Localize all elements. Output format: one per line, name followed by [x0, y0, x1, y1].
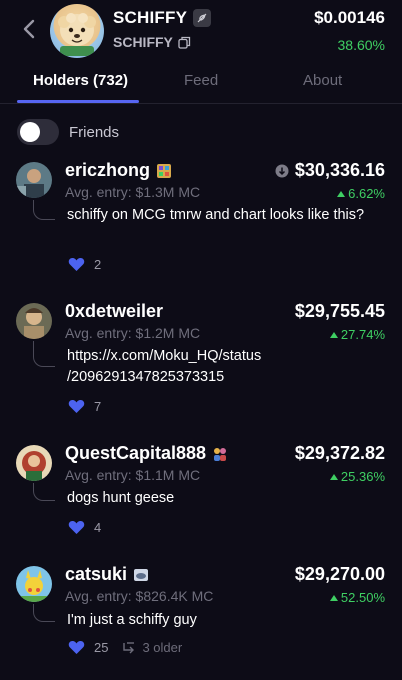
up-triangle-icon — [329, 331, 338, 338]
like-count: 7 — [94, 399, 102, 414]
reply-thread-icon — [123, 641, 135, 653]
holder-message: schiffy on MCG tmrw and chart looks like… — [67, 207, 365, 223]
like-button[interactable]: 25 3 older — [68, 640, 182, 655]
heart-icon — [68, 521, 85, 534]
token-name-text: SCHIFFY — [113, 8, 188, 27]
avatar[interactable] — [16, 566, 52, 602]
token-ticker-text: SCHIFFY — [113, 34, 173, 50]
avatar[interactable] — [16, 162, 52, 198]
tab-feed[interactable]: Feed — [184, 72, 218, 89]
toggle-knob — [20, 122, 40, 142]
holding-value-text: $29,755.45 — [294, 301, 385, 321]
holding-change: 25.36% — [329, 469, 385, 484]
holding-value: $30,336.16 — [275, 160, 385, 181]
avg-entry: Avg. entry: $1.3M MC — [65, 184, 201, 200]
like-count: 2 — [94, 257, 102, 272]
like-button[interactable]: 4 — [68, 520, 101, 535]
holding-change-text: 6.62% — [348, 186, 385, 201]
holding-value: $29,372.82 — [295, 443, 385, 464]
heart-icon — [68, 641, 85, 654]
holding-change: 27.74% — [329, 327, 385, 342]
up-triangle-icon — [337, 190, 346, 197]
holder-name-text: 0xdetweiler — [65, 301, 164, 321]
heart-icon — [68, 400, 85, 413]
back-button[interactable] — [18, 16, 40, 42]
holding-change-text: 27.74% — [340, 327, 385, 342]
like-button[interactable]: 7 — [68, 399, 101, 414]
holder-message-link[interactable]: https://x.com/Moku_HQ/status /2096291347… — [67, 346, 317, 388]
avatar[interactable] — [16, 303, 52, 339]
down-arrow-circle-icon — [275, 164, 289, 177]
thread-line — [33, 604, 55, 622]
tab-about[interactable]: About — [303, 72, 342, 89]
tab-bar: Holders (732) Feed About — [0, 64, 402, 104]
avg-entry: Avg. entry: $1.2M MC — [65, 325, 201, 341]
holding-value-text: $30,336.16 — [294, 160, 385, 180]
holder-name[interactable]: 0xdetweiler — [65, 301, 163, 322]
token-price: $0.00146 — [314, 8, 385, 27]
token-header: SCHIFFY SCHIFFY $0.00146 38.60% — [0, 0, 402, 62]
token-price-change: 38.60% — [337, 37, 385, 53]
avg-entry: Avg. entry: $826.4K MC — [65, 588, 214, 604]
older-replies-button[interactable]: 3 older — [122, 640, 182, 655]
building-badge-icon — [157, 163, 172, 178]
token-name: SCHIFFY — [113, 8, 212, 28]
active-tab-indicator — [17, 100, 139, 103]
holder-name[interactable]: ericzhong — [65, 160, 172, 181]
thread-line — [33, 341, 55, 367]
heart-icon — [68, 258, 85, 271]
like-count: 25 — [94, 640, 109, 655]
like-count: 4 — [94, 520, 102, 535]
holding-value-text: $29,270.00 — [294, 564, 385, 584]
tab-holders[interactable]: Holders (732) — [33, 72, 128, 89]
friends-toggle-label: Friends — [69, 123, 120, 141]
up-triangle-icon — [329, 473, 338, 480]
people-badge-icon — [214, 447, 227, 461]
holding-change-text: 52.50% — [340, 590, 385, 605]
holder-name[interactable]: QuestCapital888 — [65, 443, 228, 464]
copy-icon[interactable] — [178, 36, 191, 49]
thread-line — [33, 483, 55, 501]
avatar[interactable] — [16, 445, 52, 481]
holding-change-text: 25.36% — [340, 469, 385, 484]
holder-name-text: QuestCapital888 — [65, 443, 207, 463]
feather-icon — [193, 9, 212, 27]
chevron-left-icon — [23, 19, 35, 39]
cloud-badge-icon — [134, 568, 149, 581]
avg-entry: Avg. entry: $1.1M MC — [65, 467, 201, 483]
holding-change: 6.62% — [337, 186, 385, 201]
thread-line — [33, 200, 55, 220]
friends-filter: Friends — [17, 119, 119, 145]
holding-value-text: $29,372.82 — [294, 443, 385, 463]
holder-message: I'm just a schiffy guy — [67, 612, 197, 628]
holder-name[interactable]: catsuki — [65, 564, 149, 585]
holder-name-text: ericzhong — [65, 160, 151, 180]
up-triangle-icon — [329, 594, 338, 601]
holder-name-text: catsuki — [65, 564, 128, 584]
holder-message: dogs hunt geese — [67, 490, 175, 506]
older-count: 3 older — [142, 640, 183, 655]
holding-change: 52.50% — [329, 590, 385, 605]
token-avatar — [50, 4, 104, 58]
holding-value: $29,270.00 — [295, 564, 385, 585]
token-ticker[interactable]: SCHIFFY — [113, 34, 191, 50]
holding-value: $29,755.45 — [295, 301, 385, 322]
like-button[interactable]: 2 — [68, 257, 101, 272]
friends-toggle[interactable] — [17, 119, 59, 145]
